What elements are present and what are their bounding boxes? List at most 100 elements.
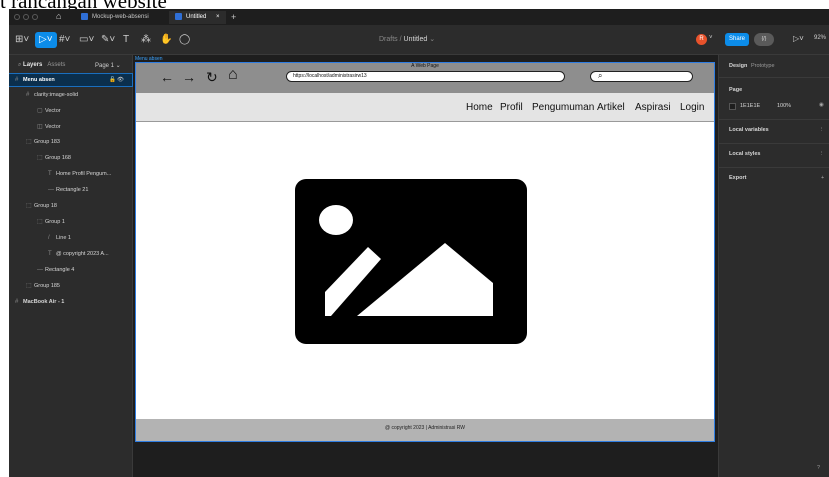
group-icon: ⬚ xyxy=(26,203,32,209)
nav-home[interactable]: Home xyxy=(466,102,493,113)
canvas[interactable]: Menu absen A Web Page ← → ↻ ⌂ https://lo… xyxy=(133,55,718,477)
tab-assets[interactable]: Assets xyxy=(47,62,65,68)
eye-icon[interactable]: ◉ xyxy=(819,102,824,108)
settings-icon[interactable]: ⫶ xyxy=(821,127,822,134)
tab-design[interactable]: Design xyxy=(729,63,747,69)
tab-mockup-web-absensi[interactable]: Mockup-web-absensi xyxy=(81,11,149,24)
help-icon[interactable]: ? xyxy=(817,465,820,471)
eye-icon[interactable]: 👁 xyxy=(117,74,124,86)
text-tool-icon[interactable]: T xyxy=(123,33,129,47)
local-styles-section[interactable]: Local styles xyxy=(729,151,761,157)
home-icon[interactable]: ⌂ xyxy=(56,11,61,21)
layers-panel: ⌕ Layers Assets Page 1 ⌄ # Menu absen 🔓 👁… xyxy=(9,55,133,477)
footer-copyright: @ copyright 2023 | Administrasi RW xyxy=(385,425,465,431)
layer-item[interactable]: ⬚ Group 185 xyxy=(9,280,132,292)
window-minimize-dot[interactable] xyxy=(23,14,29,20)
url-bar[interactable]: https://localhost/administrasirw13 xyxy=(286,71,565,82)
page-selector[interactable]: Page 1 ⌄ xyxy=(95,62,121,69)
window-zoom-dot[interactable] xyxy=(32,14,38,20)
text-icon: T xyxy=(48,171,52,177)
dev-mode-toggle[interactable]: {/} xyxy=(754,33,774,46)
nav-pengumuman[interactable]: Pengumuman xyxy=(532,102,594,113)
move-tool-icon[interactable]: ▷˅ xyxy=(35,32,57,48)
layer-item[interactable]: — Rectangle 21 xyxy=(9,184,132,196)
rectangle-icon: — xyxy=(37,267,43,273)
lock-icon[interactable]: 🔓 xyxy=(109,74,116,86)
frame-icon: # xyxy=(15,299,19,305)
page-opacity-value[interactable]: 100% xyxy=(777,103,791,109)
forward-arrow-icon[interactable]: → xyxy=(182,69,196,85)
comment-tool-icon[interactable]: ◯ xyxy=(179,33,190,47)
layer-item[interactable]: # Menu absen 🔓 👁 xyxy=(9,73,133,87)
layer-item[interactable]: # MacBook Air - 1 xyxy=(9,296,132,308)
page-color-swatch[interactable] xyxy=(729,103,736,110)
divider xyxy=(719,167,829,168)
hand-tool-icon[interactable]: ✋ xyxy=(160,33,172,47)
group-icon: ⬚ xyxy=(37,219,43,225)
layer-item[interactable]: # clarity:image-solid xyxy=(9,89,132,101)
frame-tool-icon[interactable]: #˅ xyxy=(59,33,70,47)
figma-file-icon xyxy=(81,12,88,20)
back-arrow-icon[interactable]: ← xyxy=(160,69,174,85)
layer-item[interactable]: ◫ Vector xyxy=(9,121,132,133)
search-icon[interactable]: ⌕ xyxy=(18,62,21,68)
nav-aspirasi[interactable]: Aspirasi xyxy=(635,102,671,113)
chevron-down-icon: ⌄ xyxy=(429,36,436,43)
search-icon: ⌕ xyxy=(598,71,603,80)
shape-tool-icon[interactable]: ▭˅ xyxy=(79,33,94,47)
figma-window: ⌂ Mockup-web-absensi Untitled × + ⊞˅ ▷˅ … xyxy=(9,9,829,477)
add-icon[interactable]: + xyxy=(821,175,824,181)
line-icon: / xyxy=(48,235,50,241)
avatar[interactable]: R xyxy=(696,34,707,45)
nav-profil[interactable]: Profil xyxy=(500,102,523,113)
export-section[interactable]: Export xyxy=(729,175,746,181)
settings-icon[interactable]: ⫶ xyxy=(821,151,822,158)
zoom-level[interactable]: 92% xyxy=(814,35,826,41)
group-icon: ⬚ xyxy=(37,155,43,161)
layer-item[interactable]: T @ copyright 2023 A... xyxy=(9,248,132,260)
local-variables-section[interactable]: Local variables xyxy=(729,127,769,133)
vector-icon: ▢ xyxy=(37,108,43,114)
layers-assets-tabs: ⌕ Layers Assets xyxy=(18,62,65,69)
layer-item[interactable]: ⬚ Group 1 xyxy=(9,216,132,228)
home-icon[interactable]: ⌂ xyxy=(228,67,238,83)
text-icon: T xyxy=(48,251,52,257)
new-tab-button[interactable]: + xyxy=(231,11,236,24)
pen-tool-icon[interactable]: ✎˅ xyxy=(101,33,115,47)
divider xyxy=(719,143,829,144)
window-close-dot[interactable] xyxy=(14,14,20,20)
site-footer: @ copyright 2023 | Administrasi RW xyxy=(136,419,714,441)
tab-prototype[interactable]: Prototype xyxy=(751,63,775,69)
nav-login[interactable]: Login xyxy=(680,102,704,113)
image-placeholder-icon xyxy=(295,179,527,344)
breadcrumb[interactable]: Drafts / Untitled ⌄ xyxy=(379,35,435,43)
frame-icon: # xyxy=(15,77,19,83)
layer-item[interactable]: T Home Profil Pengum... xyxy=(9,168,132,180)
layer-item[interactable]: ⬚ Group 183 xyxy=(9,136,132,148)
share-button[interactable]: Share xyxy=(725,33,749,46)
layer-item[interactable]: / Line 1 xyxy=(9,232,132,244)
search-input[interactable]: ⌕ xyxy=(590,71,693,82)
vector-icon: ◫ xyxy=(37,124,43,130)
tab-layers[interactable]: Layers xyxy=(23,62,42,68)
toolbar: ⊞˅ ▷˅ #˅ ▭˅ ✎˅ T ⁂ ✋ ◯ Drafts / Untitled… xyxy=(9,25,829,55)
page-section-title: Page xyxy=(729,87,743,93)
chevron-down-icon[interactable]: ˅ xyxy=(709,35,713,41)
figma-file-icon xyxy=(175,12,182,20)
reload-icon[interactable]: ↻ xyxy=(206,69,218,85)
layer-item[interactable]: ⬚ Group 168 xyxy=(9,152,132,164)
layer-item[interactable]: ⬚ Group 18 xyxy=(9,200,132,212)
nav-artikel[interactable]: Artikel xyxy=(597,102,625,113)
close-tab-icon[interactable]: × xyxy=(216,14,220,20)
resources-icon[interactable]: ⁂ xyxy=(141,33,151,47)
tab-untitled[interactable]: Untitled × xyxy=(169,11,226,24)
main-menu-icon[interactable]: ⊞˅ xyxy=(15,33,29,47)
layer-item[interactable]: ▢ Vector xyxy=(9,105,132,117)
frame-menu-absen[interactable]: A Web Page ← → ↻ ⌂ https://localhost/adm… xyxy=(135,62,715,442)
site-nav: Home Profil Pengumuman Artikel Aspirasi … xyxy=(136,93,714,122)
rectangle-icon: — xyxy=(48,187,54,193)
layer-item[interactable]: — Rectangle 4 xyxy=(9,264,132,276)
page-color-value[interactable]: 1E1E1E xyxy=(740,103,760,109)
present-icon[interactable]: ▷˅ xyxy=(793,34,804,43)
browser-title: A Web Page xyxy=(411,63,439,69)
